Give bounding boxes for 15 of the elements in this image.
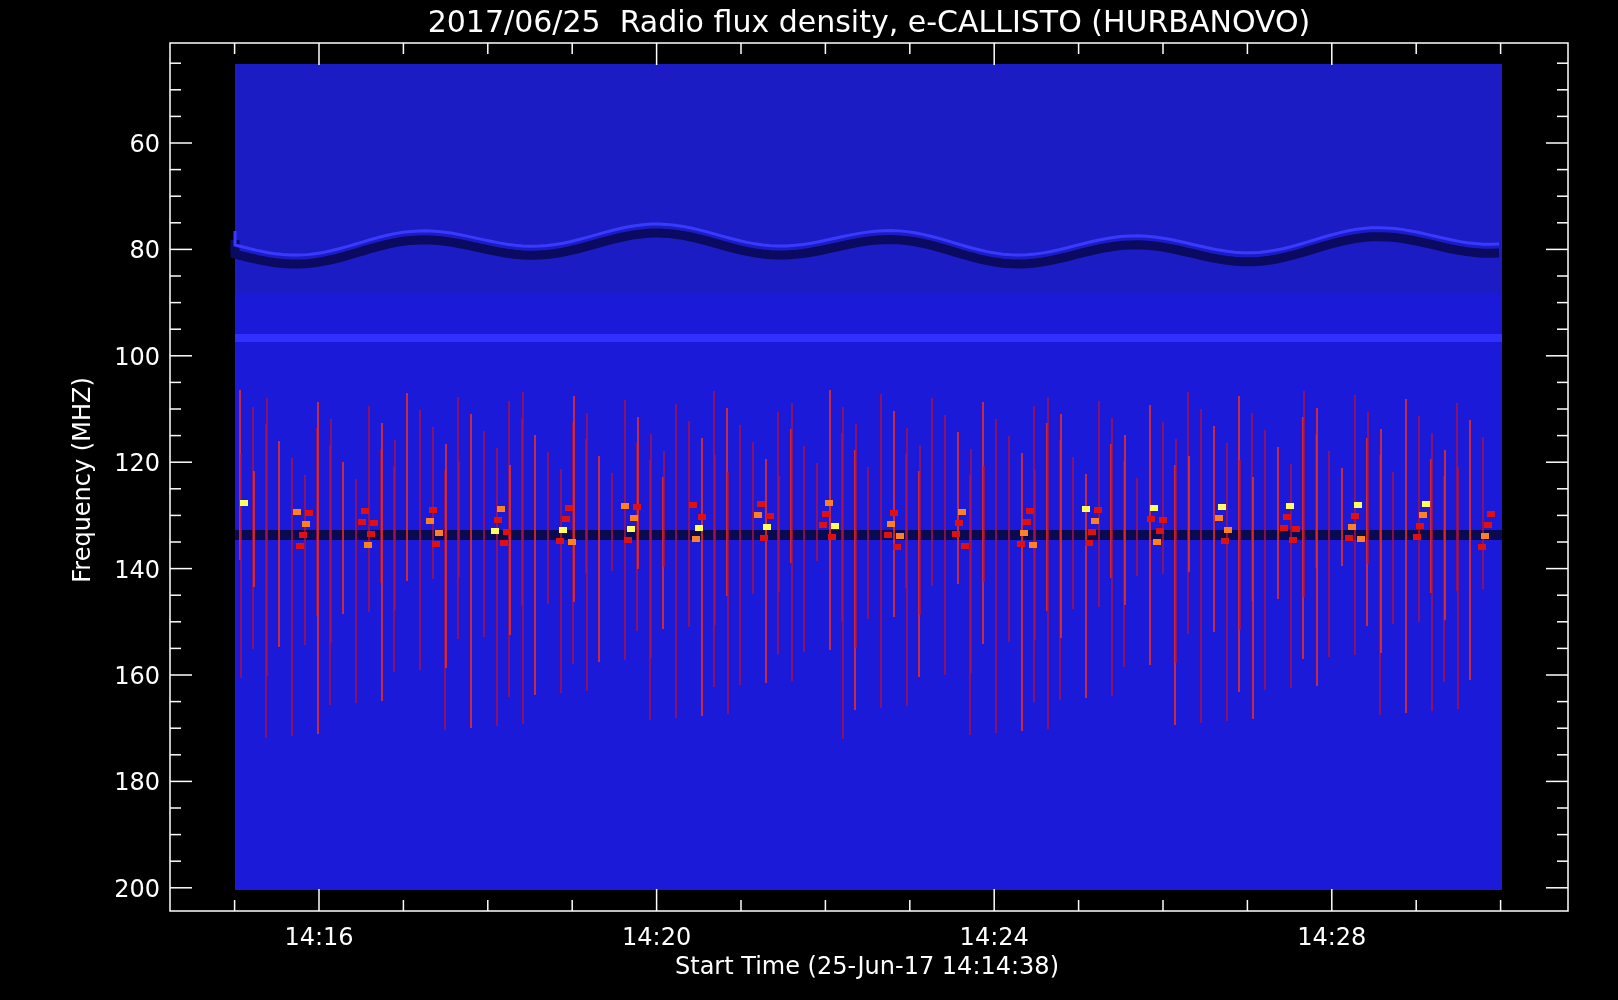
axis-tick-label: 14:24 — [959, 923, 1029, 951]
axis-tick-label: 14:20 — [622, 923, 692, 951]
axis-tick-label: 14:16 — [284, 923, 354, 951]
axis-tick-label: 200 — [114, 874, 160, 903]
axis-tick-label: 120 — [114, 449, 160, 478]
axis-tick-label: 60 — [129, 130, 160, 158]
axis-tick-label: 100 — [114, 342, 160, 371]
axis-tick-label: 140 — [114, 555, 160, 584]
axis-tick-label: 80 — [129, 236, 160, 265]
axis-label: Start Time (25-Jun-17 14:14:38) — [675, 952, 1059, 980]
axis-tick-label: 160 — [114, 662, 160, 690]
axis-tick-label: 14:28 — [1297, 923, 1367, 951]
axis-label: Frequency (MHZ) — [68, 377, 96, 583]
axis-tick-label: 180 — [114, 768, 160, 797]
plot-title: 2017/06/25 Radio flux density, e-CALLISTO (HURBANOVO) — [427, 4, 1311, 39]
